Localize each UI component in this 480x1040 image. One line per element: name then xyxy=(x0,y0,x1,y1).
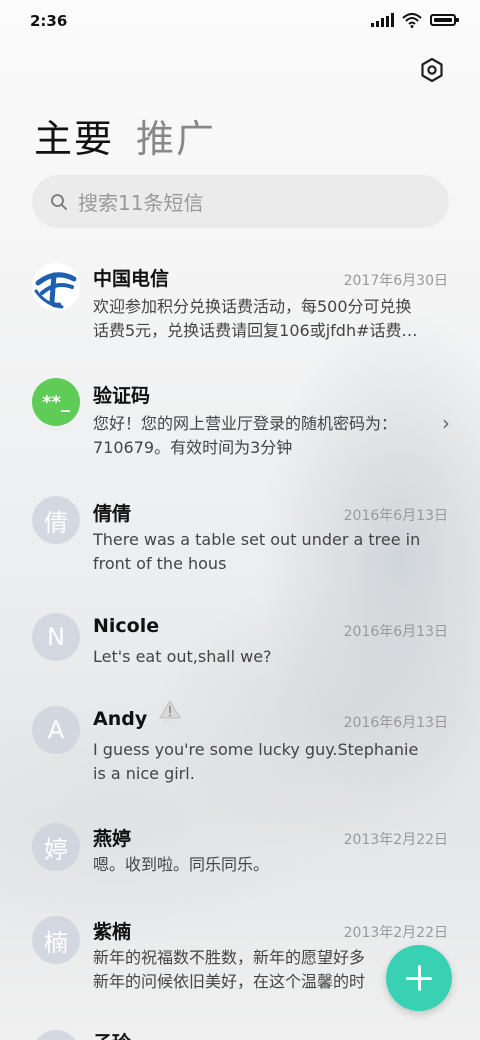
message-preview: 您好！您的网上营业厅登录的随机密码为： 710679。有效时间为3分钟 xyxy=(93,412,443,460)
message-preview: Let's eat out,shall we? xyxy=(93,645,443,669)
preview-line-2: 新年的问候依旧美好，在这个温馨的时 xyxy=(93,972,366,991)
message-date: 2016年6月13日 xyxy=(343,624,448,640)
message-preview: I guess you're some lucky guy.Stephanie … xyxy=(93,738,443,786)
wifi-icon xyxy=(402,12,422,28)
warning-icon xyxy=(158,698,182,732)
preview-line-2: 710679。有效时间为3分钟 xyxy=(93,438,293,457)
message-date: 2016年6月13日 xyxy=(343,508,448,524)
avatar: A xyxy=(32,706,80,754)
conversation-row[interactable]: A Andy 2016年6月13日 I guess you're some lu… xyxy=(0,700,480,800)
conversation-row[interactable]: 中国电信 2017年6月30日 欢迎参加积分兑换话费活动，每500分可兑换 话费… xyxy=(0,255,480,355)
tab-promotions[interactable]: 推广 xyxy=(136,108,216,163)
status-time: 2:36 xyxy=(30,12,68,30)
avatar: 楠 xyxy=(32,916,80,964)
message-preview: 嗯。收到啦。同乐同乐。 xyxy=(93,853,443,877)
status-bar: 2:36 xyxy=(0,0,480,42)
telecom-logo-icon xyxy=(32,263,80,311)
search-bar[interactable]: 搜索11条短信 xyxy=(32,175,449,228)
new-message-button[interactable] xyxy=(386,945,452,1011)
settings-hexagon-icon xyxy=(421,58,443,82)
preview-line-1: I guess you're some lucky guy.Stephanie xyxy=(93,740,419,759)
tab-bar: 主要 推广 xyxy=(34,108,216,163)
preview-line-1: 新年的祝福数不胜数，新年的愿望好多 xyxy=(93,948,366,967)
verify-avatar: **_ xyxy=(32,378,80,426)
conversation-row[interactable]: 子玲 xyxy=(0,1026,480,1040)
preview-line-1: 嗯。收到啦。同乐同乐。 xyxy=(93,855,270,874)
battery-icon xyxy=(430,14,459,26)
preview-line-1: There was a table set out under a tree i… xyxy=(93,530,421,549)
message-date: 2013年2月22日 xyxy=(343,832,448,848)
avatar: 婷 xyxy=(32,823,80,871)
contact-name: Nicole xyxy=(93,615,160,637)
preview-line-2: is a nice girl. xyxy=(93,764,195,783)
message-preview: 欢迎参加积分兑换话费活动，每500分可兑换 话费5元，兑换话费请回复106或jf… xyxy=(93,295,443,343)
avatar: 倩 xyxy=(32,496,80,544)
signal-icon xyxy=(371,13,394,27)
search-icon xyxy=(50,192,70,212)
conversation-row[interactable]: **_ 验证码 您好！您的网上营业厅登录的随机密码为： 710679。有效时间为… xyxy=(0,372,480,472)
contact-name: 中国电信 xyxy=(93,268,170,290)
conversation-row[interactable]: N Nicole 2016年6月13日 Let's eat out,shall … xyxy=(0,607,480,707)
search-input[interactable]: 搜索11条短信 xyxy=(78,187,203,216)
settings-button[interactable] xyxy=(416,54,448,86)
contact-name: 紫楠 xyxy=(93,921,132,943)
message-preview: There was a table set out under a tree i… xyxy=(93,528,443,576)
contact-name: 燕婷 xyxy=(93,828,132,850)
chevron-right-icon: › xyxy=(442,411,450,435)
status-icons xyxy=(371,12,459,28)
contact-name: Andy xyxy=(93,708,148,730)
message-date: 2017年6月30日 xyxy=(343,273,448,289)
plus-icon xyxy=(406,965,432,991)
message-date: 2013年2月22日 xyxy=(343,925,448,941)
preview-line-1: 欢迎参加积分兑换话费活动，每500分可兑换 xyxy=(93,297,412,316)
contact-name: 验证码 xyxy=(93,385,151,407)
preview-line-2: 话费5元，兑换话费请回复106或jfdh#话费… xyxy=(93,321,418,340)
preview-line-1: Let's eat out,shall we? xyxy=(93,647,272,666)
avatar: N xyxy=(32,613,80,661)
conversation-row[interactable]: 婷 燕婷 2013年2月22日 嗯。收到啦。同乐同乐。 xyxy=(0,817,480,917)
conversation-row[interactable]: 倩 倩倩 2016年6月13日 There was a table set ou… xyxy=(0,490,480,590)
telecom-logo-avatar xyxy=(32,263,80,311)
contact-name: 子玲 xyxy=(93,1028,131,1040)
message-date: 2016年6月13日 xyxy=(343,715,448,731)
message-preview: 新年的祝福数不胜数，新年的愿望好多 新年的问候依旧美好，在这个温馨的时 xyxy=(93,946,413,994)
tab-primary[interactable]: 主要 xyxy=(34,108,114,163)
avatar xyxy=(32,1030,80,1040)
preview-line-1: 您好！您的网上营业厅登录的随机密码为： xyxy=(93,414,398,433)
preview-line-2: front of the hous xyxy=(93,554,227,573)
contact-name: 倩倩 xyxy=(93,503,132,525)
